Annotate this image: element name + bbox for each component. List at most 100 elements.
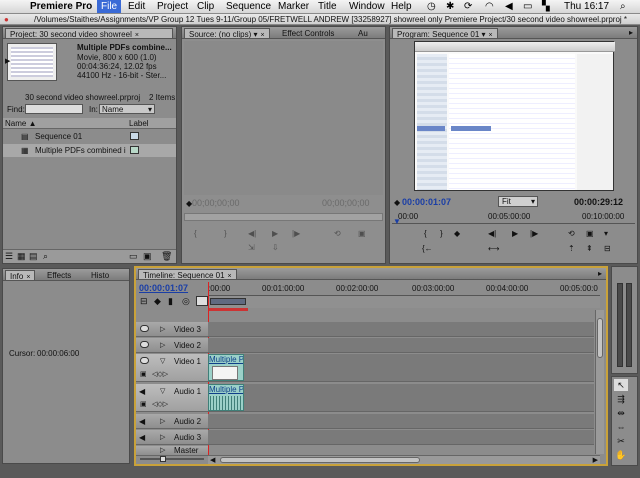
keyframe-display-icon[interactable]: ▣ (140, 400, 147, 408)
play-thumbnail-icon[interactable]: ▶ (5, 57, 10, 65)
expand-triangle-icon[interactable]: ▷ (160, 341, 165, 349)
menu-help[interactable]: Help (391, 1, 412, 12)
new-item-icon[interactable]: ▣ (143, 251, 152, 262)
hand-tool-icon[interactable]: ✋ (614, 449, 628, 461)
menu-edit[interactable]: Edit (128, 1, 145, 12)
close-icon[interactable]: × (26, 274, 30, 280)
tab-info[interactable]: Info × (5, 270, 36, 280)
shuttle-icon[interactable]: ⟷ (488, 244, 499, 253)
step-forward-icon[interactable]: |▶ (530, 229, 538, 238)
scroll-right-icon[interactable]: ▶ (593, 456, 598, 464)
timeline-h-scrollbar[interactable]: ◀ ▶ (208, 455, 600, 464)
mark-in-icon[interactable]: { (424, 229, 427, 238)
selection-tool-icon[interactable]: ↖ (614, 379, 628, 391)
collapse-triangle-icon[interactable]: ▽ (160, 357, 165, 365)
close-window-icon[interactable]: ● (4, 15, 9, 24)
safe-margins-icon[interactable]: ▣ (586, 229, 594, 238)
rate-stretch-tool-icon[interactable]: ⇔ (614, 421, 628, 433)
volume-icon[interactable]: ◀︎ (505, 1, 513, 12)
col-name-header[interactable]: Name ▲ (5, 119, 37, 128)
speaker-icon[interactable]: ◀︎ (139, 417, 145, 426)
keyframe-display-icon[interactable]: ▣ (140, 370, 147, 378)
step-back-icon[interactable]: ◀︎| (248, 229, 256, 238)
find-input[interactable] (25, 104, 83, 114)
speaker-icon[interactable]: ◀︎ (139, 387, 145, 396)
fit-select[interactable]: Fit ▾ (498, 196, 538, 207)
track-header-video-3[interactable]: ▷ Video 3 (136, 322, 208, 337)
mark-out-icon[interactable]: } (224, 229, 227, 238)
col-label-header[interactable]: Label (129, 119, 149, 128)
razor-tool-icon[interactable]: ✂ (614, 435, 628, 447)
keyframe-nav-icon[interactable]: ◁◇▷ (152, 400, 168, 408)
insert-icon[interactable]: ⇲ (248, 243, 255, 252)
menu-title[interactable]: Title (318, 1, 337, 12)
automate-icon[interactable]: ▤ (29, 251, 38, 262)
menu-clip[interactable]: Clip (197, 1, 214, 12)
timeline-v-scrollbar[interactable] (595, 310, 604, 454)
track-row-audio-2[interactable] (208, 414, 594, 429)
work-area-handle[interactable] (210, 298, 246, 305)
tab-timeline[interactable]: Timeline: Sequence 01 × (138, 269, 237, 279)
program-tc-current[interactable]: 00:00:01:07 (402, 197, 451, 207)
zoom-toggle-icon[interactable] (196, 296, 208, 306)
track-header-audio-2[interactable]: ◀︎ ▷ Audio 2 (136, 414, 208, 429)
track-header-audio-3[interactable]: ◀︎ ▷ Audio 3 (136, 430, 208, 445)
panel-menu-icon[interactable]: ▸ (598, 269, 602, 278)
track-header-video-2[interactable]: ▷ Video 2 (136, 338, 208, 353)
time-machine-icon[interactable]: ◷ (427, 1, 436, 12)
close-icon[interactable]: × (135, 32, 139, 38)
timeline-v-scroll-thumb[interactable] (597, 318, 603, 358)
track-select-tool-icon[interactable]: ⇶ (614, 393, 628, 405)
step-forward-icon[interactable]: |▶ (292, 229, 300, 238)
track-header-video-1[interactable]: ▽ Video 1 ▣ ◁◇▷ (136, 354, 208, 382)
tab-effects[interactable]: Effects (43, 270, 75, 280)
work-area-bar[interactable] (208, 296, 600, 308)
airport-icon[interactable]: ◠ (485, 1, 494, 12)
program-tc-duration[interactable]: 00:00:29:12 (574, 197, 623, 207)
step-back-icon[interactable]: ◀︎| (488, 229, 496, 238)
zoom-slider-thumb[interactable] (160, 456, 166, 462)
timeline-tc[interactable]: 00:00:01:07 (139, 283, 188, 293)
tab-source[interactable]: Source: (no clips) ▾ × (184, 28, 270, 38)
source-scrubber[interactable] (184, 213, 383, 221)
snap-icon[interactable]: ⊟ (140, 296, 148, 307)
menubar-clock[interactable]: Thu 16:17 (564, 1, 609, 12)
flag-icon[interactable]: ▚ (542, 1, 550, 12)
track-row-audio-1[interactable]: Multiple P (208, 384, 594, 412)
find-icon[interactable]: ⌕ (43, 251, 48, 262)
safe-margins-icon[interactable]: ▣ (358, 229, 366, 238)
set-marker-icon[interactable]: ◆ (154, 296, 161, 307)
list-item[interactable]: ▤ Sequence 01 (3, 130, 176, 143)
track-row-audio-3[interactable] (208, 430, 594, 445)
spotlight-icon[interactable]: ⌕ (620, 1, 626, 12)
menu-marker[interactable]: Marker (278, 1, 309, 12)
trim-icon[interactable]: ⊟ (604, 244, 611, 253)
video-clip[interactable]: Multiple P (208, 354, 244, 381)
lift-icon[interactable]: ⇡ (568, 244, 575, 253)
source-tc-current[interactable]: 00;00;00;00 (192, 198, 240, 208)
scroll-left-icon[interactable]: ◀ (210, 456, 215, 464)
track-header-master[interactable]: ▷ Master (136, 446, 208, 456)
play-icon[interactable]: ▶ (272, 229, 278, 238)
expand-triangle-icon[interactable]: ▷ (160, 417, 165, 425)
keyframe-nav-icon[interactable]: ◁◇▷ (152, 370, 168, 378)
close-icon[interactable]: × (489, 32, 493, 38)
expand-triangle-icon[interactable]: ▷ (160, 433, 165, 441)
list-view-icon[interactable]: ☰ (5, 251, 13, 262)
tab-history[interactable]: Histo (87, 270, 113, 280)
overlay-icon[interactable]: ⇩ (272, 243, 279, 252)
battery-icon[interactable]: ▭ (523, 1, 532, 12)
track-row-video-1[interactable]: Multiple P (208, 354, 594, 382)
track-output-icon[interactable]: ◎ (182, 296, 190, 307)
eye-icon[interactable] (140, 357, 149, 364)
label-color-swatch[interactable] (130, 132, 139, 140)
track-header-audio-1[interactable]: ◀︎ ▽ Audio 1 ▣ ◁◇▷ (136, 384, 208, 412)
lock-icon[interactable]: ▮ (168, 296, 173, 307)
output-icon[interactable]: ▾ (604, 229, 608, 238)
menu-sequence[interactable]: Sequence (226, 1, 271, 12)
tab-program[interactable]: Program: Sequence 01 ▾ × (392, 28, 498, 38)
panel-menu-icon[interactable]: ▸ (629, 28, 633, 37)
app-menu[interactable]: Premiere Pro (30, 1, 92, 12)
close-icon[interactable]: × (228, 273, 232, 279)
expand-triangle-icon[interactable]: ▷ (160, 325, 165, 333)
